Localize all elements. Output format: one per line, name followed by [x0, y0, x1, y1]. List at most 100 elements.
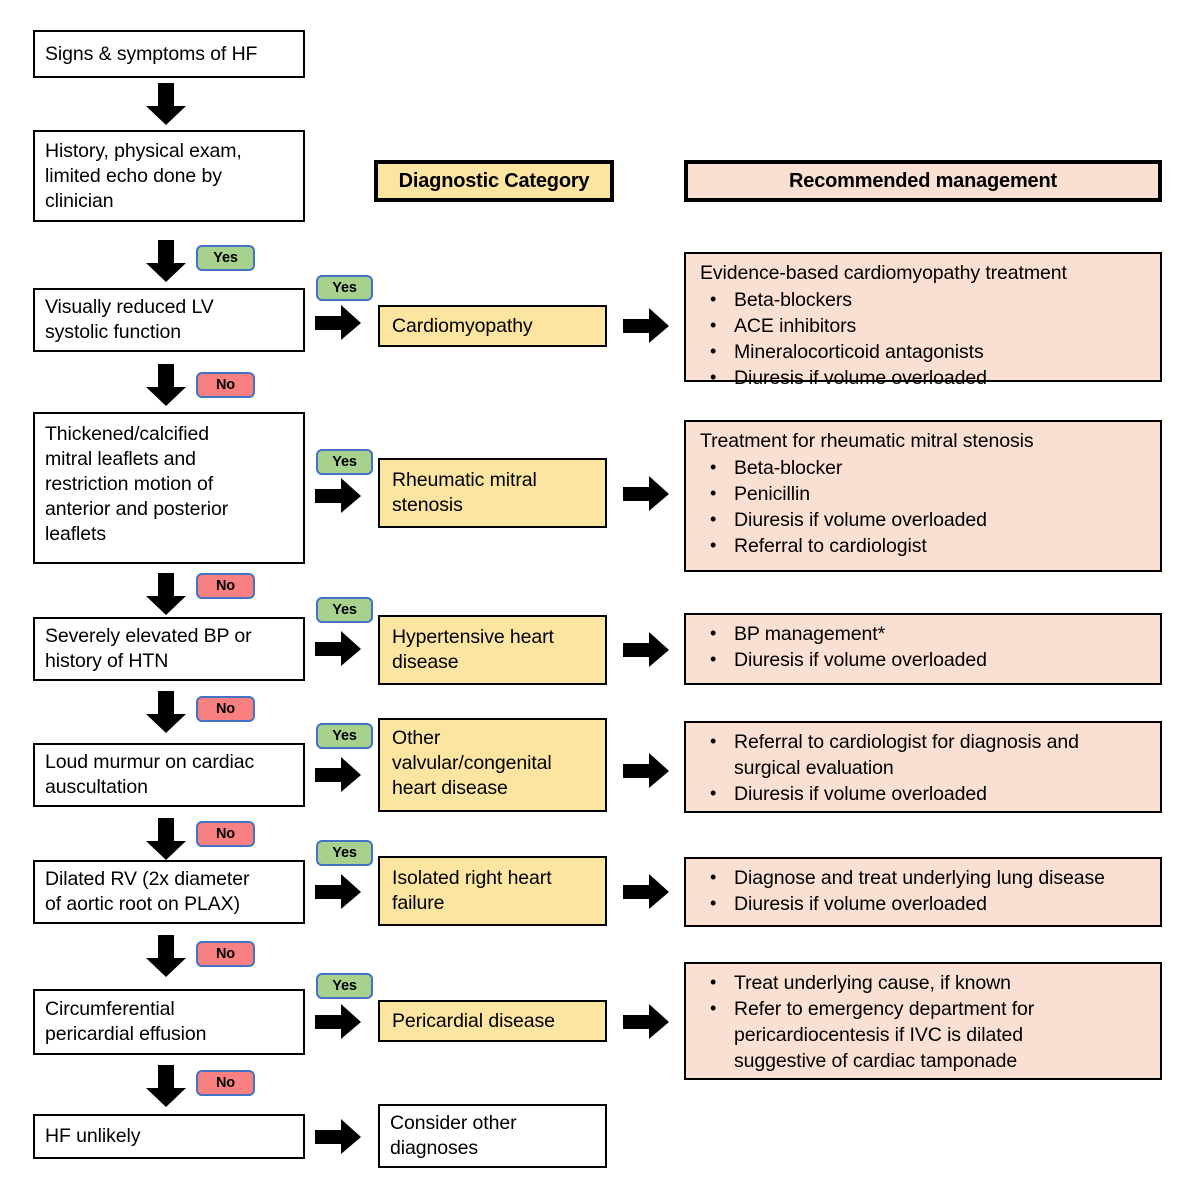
badge-yes-row-1-label: Yes — [332, 280, 357, 296]
question-box-2: Thickened/calcified mitral leaflets and … — [33, 412, 305, 564]
management-box-2-lead: Treatment for rheumatic mitral stenosis — [700, 430, 1034, 452]
start-box: Signs & symptoms of HF — [33, 30, 305, 78]
workup-box: History, physical exam, limited echo don… — [33, 130, 305, 222]
question-box-2-label: Thickened/calcified mitral leaflets and … — [45, 423, 229, 545]
end-action-box: Consider other diagnoses — [378, 1104, 607, 1168]
badge-yes-row-4-label: Yes — [332, 728, 357, 744]
list-item: Diuresis if volume overloaded — [700, 506, 1150, 533]
end-box-label: HF unlikely — [45, 1125, 141, 1147]
category-box-6: Pericardial disease — [378, 1000, 607, 1042]
right-arrow-icon-mgmt-3 — [623, 632, 670, 668]
header-recommended-management: Recommended management — [684, 160, 1162, 202]
right-arrow-icon-row-4 — [315, 757, 362, 793]
right-arrow-icon-mgmt-5 — [623, 874, 670, 910]
badge-yes-row-1: Yes — [316, 275, 373, 301]
end-action-box-label: Consider other diagnoses — [390, 1112, 517, 1159]
question-box-4-label: Loud murmur on cardiac auscultation — [45, 751, 255, 798]
question-box-5: Dilated RV (2x diameter of aortic root o… — [33, 860, 305, 924]
badge-yes-row-4: Yes — [316, 723, 373, 749]
list-item: Diuresis if volume overloaded — [700, 780, 1150, 807]
management-box-1: Evidence-based cardiomyopathy treatment … — [684, 252, 1162, 390]
question-box-3: Severely elevated BP or history of HTN — [33, 617, 305, 681]
list-item: Treat underlying cause, if known — [700, 969, 1150, 996]
down-arrow-icon — [144, 240, 188, 283]
question-box-3-label: Severely elevated BP or history of HTN — [45, 625, 252, 672]
management-box-2-list: Beta-blocker Penicillin Diuresis if volu… — [700, 454, 1150, 559]
right-arrow-icon-mgmt-1 — [623, 308, 670, 344]
down-arrow-icon — [144, 1065, 188, 1108]
right-arrow-icon-row-1 — [315, 305, 362, 341]
badge-no: No — [196, 372, 255, 398]
header-diagnostic-category: Diagnostic Category — [374, 160, 614, 202]
list-item: Refer to emergency department for perica… — [700, 995, 1150, 1074]
down-arrow-icon — [144, 364, 188, 407]
down-arrow-icon — [144, 691, 188, 734]
category-box-1-label: Cardiomyopathy — [392, 314, 533, 337]
category-box-2: Rheumatic mitral stenosis — [378, 458, 607, 528]
down-arrow-icon — [144, 818, 188, 861]
right-arrow-icon-mgmt-2 — [623, 476, 670, 512]
question-box-4: Loud murmur on cardiac auscultation — [33, 743, 305, 807]
list-item: BP management* — [700, 620, 1150, 647]
list-item: Diuresis if volume overloaded — [700, 646, 1150, 673]
down-arrow-icon — [144, 935, 188, 978]
badge-no-label: No — [216, 578, 235, 594]
question-box-1: Visually reduced LV systolic function — [33, 288, 305, 352]
workup-box-label: History, physical exam, limited echo don… — [45, 139, 242, 212]
management-box-5-list: Diagnose and treat underlying lung disea… — [700, 864, 1150, 917]
right-arrow-icon-row-6 — [315, 1004, 362, 1040]
badge-no: No — [196, 696, 255, 722]
badge-yes-row-2: Yes — [316, 449, 373, 475]
management-box-1-lead: Evidence-based cardiomyopathy treatment — [700, 262, 1067, 284]
list-item: Diagnose and treat underlying lung disea… — [700, 864, 1150, 891]
badge-yes-row-6: Yes — [316, 973, 373, 999]
start-box-label: Signs & symptoms of HF — [45, 42, 258, 65]
category-box-3: Hypertensive heart disease — [378, 615, 607, 685]
header-diagnostic-category-label: Diagnostic Category — [398, 169, 590, 192]
badge-yes-row-6-label: Yes — [332, 978, 357, 994]
question-box-5-label: Dilated RV (2x diameter of aortic root o… — [45, 868, 250, 915]
badge-no-label: No — [216, 701, 235, 717]
right-arrow-icon-row-5 — [315, 874, 362, 910]
category-box-2-label: Rheumatic mitral stenosis — [392, 469, 537, 516]
right-arrow-icon-row-3 — [315, 631, 362, 667]
right-arrow-icon-row-2 — [315, 478, 362, 514]
end-box: HF unlikely — [33, 1114, 305, 1159]
badge-no-label: No — [216, 377, 235, 393]
list-item: Diuresis if volume overloaded — [700, 364, 1150, 391]
down-arrow-icon — [144, 573, 188, 616]
management-box-3: BP management* Diuresis if volume overlo… — [684, 613, 1162, 685]
management-box-5: Diagnose and treat underlying lung disea… — [684, 857, 1162, 927]
list-item: Beta-blockers — [700, 286, 1150, 313]
down-arrow-icon — [144, 83, 188, 126]
badge-yes-row-5-label: Yes — [332, 845, 357, 861]
badge-yes-row-5: Yes — [316, 840, 373, 866]
management-box-2: Treatment for rheumatic mitral stenosis … — [684, 420, 1162, 572]
right-arrow-icon-mgmt-4 — [623, 753, 670, 789]
list-item: Diuresis if volume overloaded — [700, 890, 1150, 917]
badge-yes-row-2-label: Yes — [332, 454, 357, 470]
management-box-1-list: Beta-blockers ACE inhibitors Mineralocor… — [700, 286, 1150, 391]
right-arrow-icon-end — [315, 1119, 362, 1155]
list-item: Referral to cardiologist for diagnosis a… — [700, 728, 1150, 781]
badge-no: No — [196, 941, 255, 967]
category-box-3-label: Hypertensive heart disease — [392, 626, 554, 673]
category-box-6-label: Pericardial disease — [392, 1009, 555, 1032]
question-box-1-label: Visually reduced LV systolic function — [45, 296, 214, 343]
category-box-4: Other valvular/congenital heart disease — [378, 718, 607, 812]
badge-no: No — [196, 573, 255, 599]
category-box-5: Isolated right heart failure — [378, 856, 607, 926]
question-box-6-label: Circumferential pericardial effusion — [45, 998, 207, 1045]
management-box-6: Treat underlying cause, if known Refer t… — [684, 962, 1162, 1080]
category-box-5-label: Isolated right heart failure — [392, 867, 552, 914]
management-box-3-list: BP management* Diuresis if volume overlo… — [700, 620, 1150, 673]
badge-yes-row-3: Yes — [316, 597, 373, 623]
management-box-6-list: Treat underlying cause, if known Refer t… — [700, 969, 1150, 1074]
list-item: ACE inhibitors — [700, 312, 1150, 339]
management-box-4-list: Referral to cardiologist for diagnosis a… — [700, 728, 1150, 807]
category-box-1: Cardiomyopathy — [378, 305, 607, 347]
flowchart-canvas: Diagnostic Category Recommended manageme… — [0, 0, 1200, 1203]
badge-no: No — [196, 1070, 255, 1096]
badge-no-label: No — [216, 826, 235, 842]
badge-no-label: No — [216, 1075, 235, 1091]
